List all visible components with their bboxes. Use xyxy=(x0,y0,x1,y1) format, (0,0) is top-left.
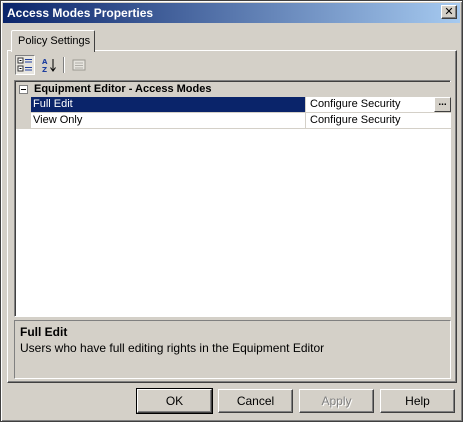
property-row-view-only[interactable]: View Only Configure Security xyxy=(16,113,451,129)
property-value: Configure Security xyxy=(310,98,401,110)
property-value-field[interactable]: Configure Security ... xyxy=(305,97,451,113)
categorized-icon xyxy=(17,57,32,72)
tab-label: Policy Settings xyxy=(18,35,91,47)
title-bar[interactable]: Access Modes Properties ✕ xyxy=(3,3,460,23)
svg-text:Z: Z xyxy=(42,66,47,73)
property-pages-icon xyxy=(72,59,86,71)
row-gutter xyxy=(16,113,31,129)
svg-text:A: A xyxy=(42,58,48,66)
close-button[interactable]: ✕ xyxy=(441,5,457,19)
description-title: Full Edit xyxy=(20,325,68,339)
properties-dialog: Access Modes Properties ✕ Policy Setting… xyxy=(0,0,463,422)
property-name[interactable]: View Only xyxy=(31,113,305,129)
ok-button[interactable]: OK xyxy=(136,388,213,414)
category-label: Equipment Editor - Access Modes xyxy=(34,83,212,95)
alphabetical-sort-icon: A Z xyxy=(42,58,56,73)
toolbar-separator xyxy=(63,57,65,73)
categorized-button[interactable] xyxy=(15,55,35,75)
ellipsis-button[interactable]: ... xyxy=(434,97,451,112)
property-grid[interactable]: Equipment Editor - Access Modes Full Edi… xyxy=(14,80,451,317)
window-title: Access Modes Properties xyxy=(7,6,154,20)
property-value: Configure Security xyxy=(310,114,401,126)
description-pane: Full Edit Users who have full editing ri… xyxy=(14,320,451,379)
apply-button[interactable]: Apply xyxy=(299,389,374,413)
tab-policy-settings[interactable]: Policy Settings xyxy=(11,30,95,52)
description-text: Users who have full editing rights in th… xyxy=(20,341,325,355)
property-name[interactable]: Full Edit xyxy=(31,97,305,113)
collapse-icon[interactable] xyxy=(19,85,28,94)
row-gutter xyxy=(16,97,31,113)
property-pages-button[interactable] xyxy=(69,55,89,75)
cancel-button[interactable]: Cancel xyxy=(218,389,293,413)
alphabetical-sort-button[interactable]: A Z xyxy=(39,55,59,75)
property-row-full-edit[interactable]: Full Edit Configure Security ... xyxy=(16,97,451,113)
help-button[interactable]: Help xyxy=(380,389,455,413)
property-value-field[interactable]: Configure Security xyxy=(305,113,451,129)
category-row[interactable]: Equipment Editor - Access Modes xyxy=(16,82,451,97)
